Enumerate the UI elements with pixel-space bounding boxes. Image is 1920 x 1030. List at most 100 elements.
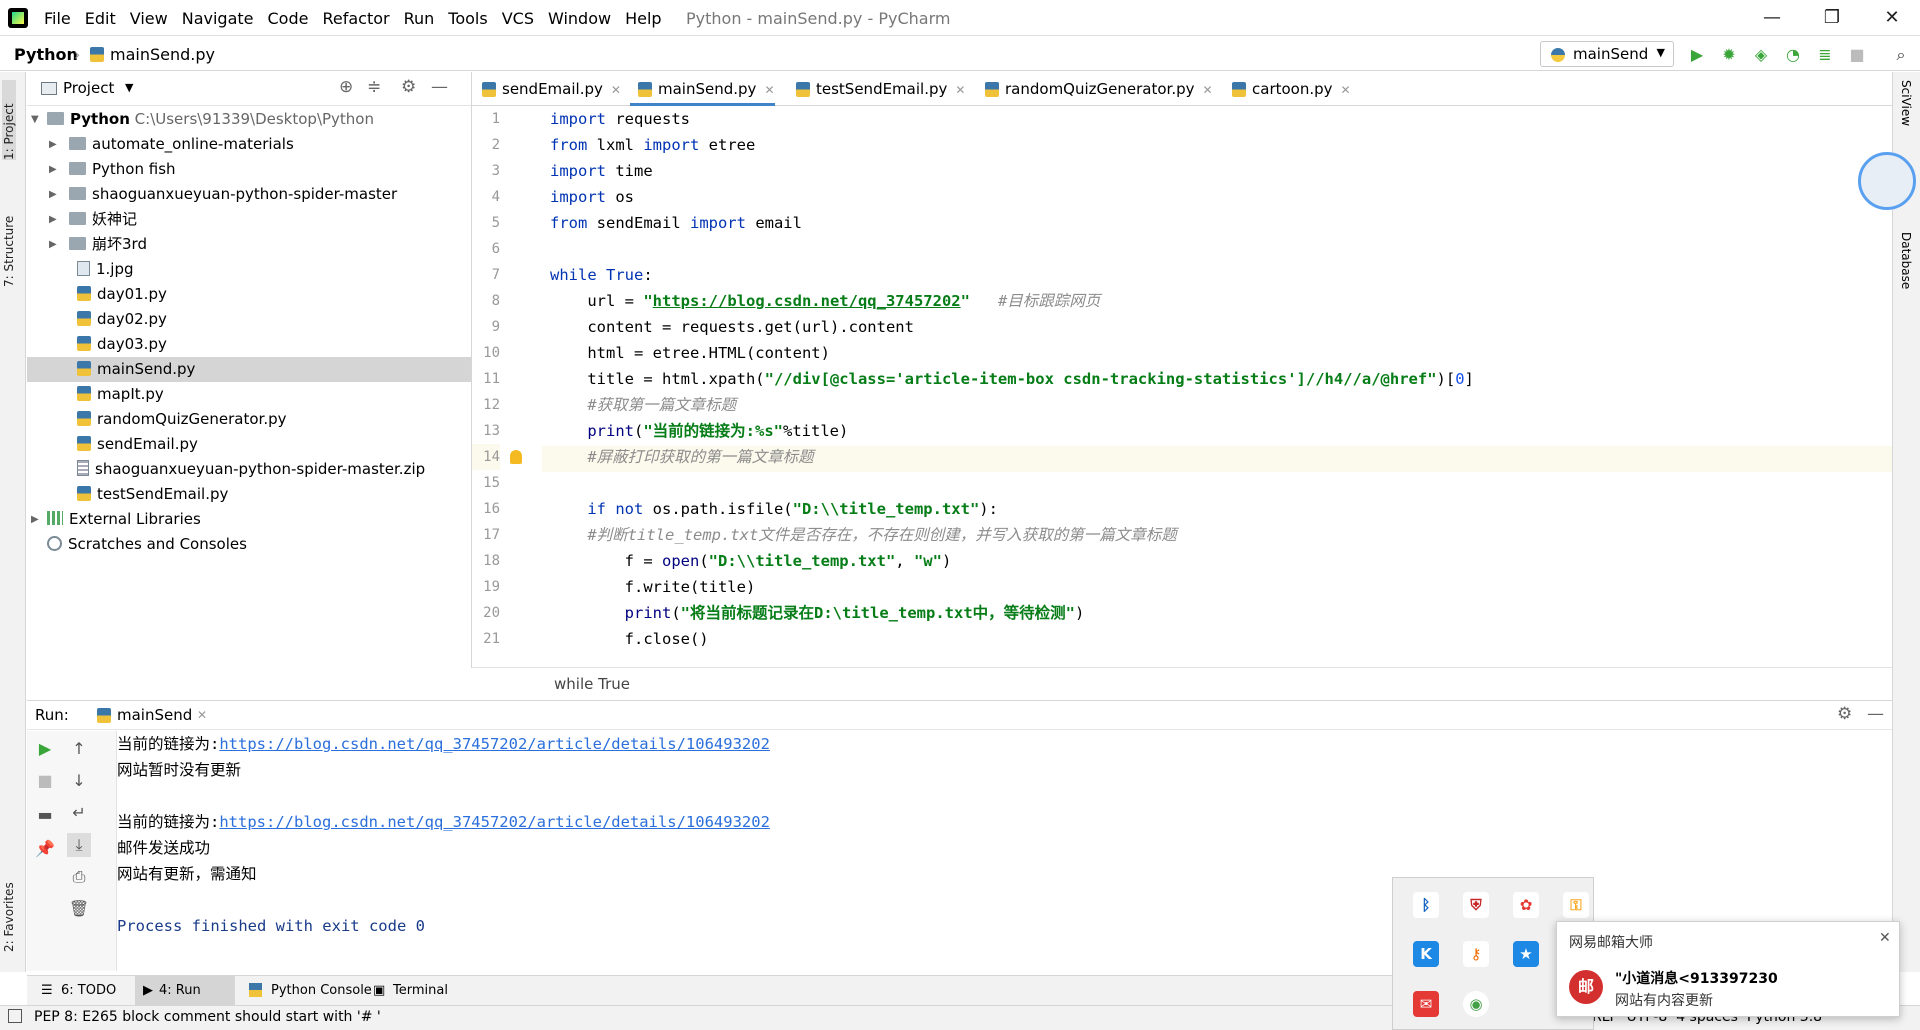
restore-icon[interactable]: ❐ <box>1812 4 1852 32</box>
close-icon[interactable]: ✕ <box>1872 4 1912 32</box>
soft-wrap-icon[interactable]: ↵ <box>67 801 91 825</box>
menu-edit[interactable]: Edit <box>85 9 116 28</box>
search-icon[interactable]: ⌕ <box>1890 44 1912 66</box>
run-tab-label[interactable]: mainSend <box>117 706 192 724</box>
stop-icon[interactable]: ■ <box>1846 44 1868 66</box>
chevron-down-icon[interactable]: ▼ <box>125 81 133 94</box>
tab-mainsend[interactable]: mainSend.py ✕ <box>630 72 775 106</box>
editor-breadcrumb[interactable]: while True <box>554 675 630 693</box>
tab-randomquizgenerator[interactable]: randomQuizGenerator.py ✕ <box>977 72 1213 106</box>
tree-root[interactable]: ▼ Python C:\Users\91339\Desktop\Python <box>27 107 471 132</box>
trash-icon[interactable]: 🗑 <box>67 897 91 921</box>
close-icon[interactable]: ✕ <box>611 83 621 97</box>
layout-icon[interactable]: ▬ <box>33 803 57 827</box>
tree-file[interactable]: shaoguanxueyuan-python-spider-master.zip <box>27 457 471 482</box>
console-link[interactable]: https://blog.csdn.net/qq_37457202/articl… <box>219 735 770 753</box>
menu-navigate[interactable]: Navigate <box>182 9 254 28</box>
concurrency-icon[interactable]: ≣ <box>1814 44 1836 66</box>
menu-window[interactable]: Window <box>548 9 611 28</box>
bluetooth-icon[interactable]: ᛒ <box>1413 892 1439 918</box>
breadcrumb-project[interactable]: Python <box>14 45 78 64</box>
k-app-icon[interactable]: K <box>1413 941 1439 967</box>
close-icon[interactable]: ✕ <box>1341 83 1351 97</box>
assistant-avatar-icon[interactable] <box>1858 152 1916 210</box>
menu-file[interactable]: File <box>44 9 71 28</box>
mail-app-icon[interactable]: ✉ <box>1413 991 1439 1017</box>
minimize-icon[interactable]: — <box>1752 4 1792 32</box>
tab-terminal[interactable]: Terminal <box>393 983 448 998</box>
run-icon[interactable]: ▶ <box>1686 44 1708 66</box>
coverage-icon[interactable]: ◈ <box>1750 44 1772 66</box>
tree-file[interactable]: testSendEmail.py <box>27 482 471 507</box>
tree-scratches[interactable]: Scratches and Consoles <box>27 532 471 557</box>
network-lock-icon[interactable]: ⚿ <box>1563 892 1589 918</box>
close-icon[interactable]: ✕ <box>1203 83 1213 97</box>
key-icon[interactable]: ⚷ <box>1463 941 1489 967</box>
file-label: day01.py <box>97 285 167 303</box>
tree-file-selected[interactable]: mainSend.py <box>27 357 471 382</box>
menu-code[interactable]: Code <box>268 9 309 28</box>
tree-folder[interactable]: ▶ Python fish <box>27 157 471 182</box>
scroll-to-end-icon[interactable]: ⤓ <box>67 833 91 857</box>
print-icon[interactable]: ⎙ <box>67 865 91 889</box>
app-tray-icon[interactable]: ✿ <box>1513 892 1539 918</box>
structure-tool-button[interactable]: 7: Structure <box>2 187 16 287</box>
tab-python-console[interactable]: Python Console <box>249 983 372 998</box>
chrome-icon[interactable]: ◉ <box>1463 991 1489 1017</box>
stop-icon[interactable]: ■ <box>33 769 57 793</box>
rerun-icon[interactable]: ▶ <box>33 737 57 761</box>
arrow-up-icon[interactable]: ↑ <box>67 737 91 761</box>
menu-refactor[interactable]: Refactor <box>322 9 389 28</box>
breadcrumb-file[interactable]: mainSend.py <box>110 45 215 64</box>
notification-toast[interactable]: 网易邮箱大师 ✕ 邮 "小道消息<913397230 网站有内容更新 <box>1556 921 1900 1017</box>
gear-icon[interactable]: ⚙ <box>1837 704 1852 724</box>
tree-folder[interactable]: ▶ 妖神记 <box>27 207 471 232</box>
tree-folder[interactable]: ▶ 崩坏3rd <box>27 232 471 257</box>
gear-icon[interactable]: ⚙ <box>401 77 416 97</box>
star-app-icon[interactable]: ★ <box>1513 941 1539 967</box>
security-shield-icon[interactable]: ⛨ <box>1463 892 1489 918</box>
tree-file[interactable]: day02.py <box>27 307 471 332</box>
project-panel-title[interactable]: Project <box>63 79 114 97</box>
pin-icon[interactable]: 📌 <box>33 837 57 861</box>
menu-view[interactable]: View <box>130 9 168 28</box>
locate-icon[interactable]: ⊕ <box>339 77 353 97</box>
sciview-tool-button[interactable]: SciView <box>1899 80 1913 150</box>
tree-file[interactable]: 1.jpg <box>27 257 471 282</box>
project-tool-button[interactable]: 1: Project <box>2 80 16 160</box>
lightbulb-icon[interactable] <box>510 450 522 464</box>
console-link[interactable]: https://blog.csdn.net/qq_37457202/articl… <box>219 813 770 831</box>
tab-cartoon[interactable]: cartoon.py ✕ <box>1224 72 1351 106</box>
hide-icon[interactable]: — <box>431 77 448 97</box>
menu-vcs[interactable]: VCS <box>502 9 534 28</box>
collapse-all-icon[interactable]: ≑ <box>367 77 381 97</box>
debug-icon[interactable]: ✹ <box>1718 44 1740 66</box>
tab-run[interactable]: 4: Run <box>159 983 201 998</box>
menu-help[interactable]: Help <box>625 9 661 28</box>
tab-sendemail[interactable]: sendEmail.py ✕ <box>474 72 621 106</box>
status-toggle-icon[interactable] <box>8 1009 22 1023</box>
tree-file[interactable]: sendEmail.py <box>27 432 471 457</box>
database-tool-button[interactable]: Database <box>1899 232 1913 322</box>
profile-icon[interactable]: ◔ <box>1782 44 1804 66</box>
tree-folder[interactable]: ▶ shaoguanxueyuan-python-spider-master <box>27 182 471 207</box>
run-configuration-select[interactable]: mainSend ▼ <box>1540 41 1674 67</box>
tree-file[interactable]: day03.py <box>27 332 471 357</box>
menu-tools[interactable]: Tools <box>448 9 487 28</box>
arrow-down-icon[interactable]: ↓ <box>67 769 91 793</box>
menu-run[interactable]: Run <box>404 9 435 28</box>
code-editor[interactable]: import requests from lxml import etree i… <box>542 106 1872 666</box>
tab-todo[interactable]: 6: TODO <box>61 983 116 998</box>
tree-file[interactable]: day01.py <box>27 282 471 307</box>
favorites-tool-button[interactable]: 2: Favorites <box>2 862 16 952</box>
close-icon[interactable]: ✕ <box>1879 930 1891 946</box>
close-icon[interactable]: ✕ <box>197 708 207 722</box>
tree-file[interactable]: randomQuizGenerator.py <box>27 407 471 432</box>
close-icon[interactable]: ✕ <box>955 83 965 97</box>
tree-file[interactable]: mapIt.py <box>27 382 471 407</box>
tree-folder[interactable]: ▶ automate_online-materials <box>27 132 471 157</box>
tab-testsendemail[interactable]: testSendEmail.py ✕ <box>788 72 965 106</box>
hide-icon[interactable]: — <box>1867 704 1884 724</box>
close-icon[interactable]: ✕ <box>764 83 774 97</box>
tree-external-libraries[interactable]: ▶ External Libraries <box>27 507 471 532</box>
